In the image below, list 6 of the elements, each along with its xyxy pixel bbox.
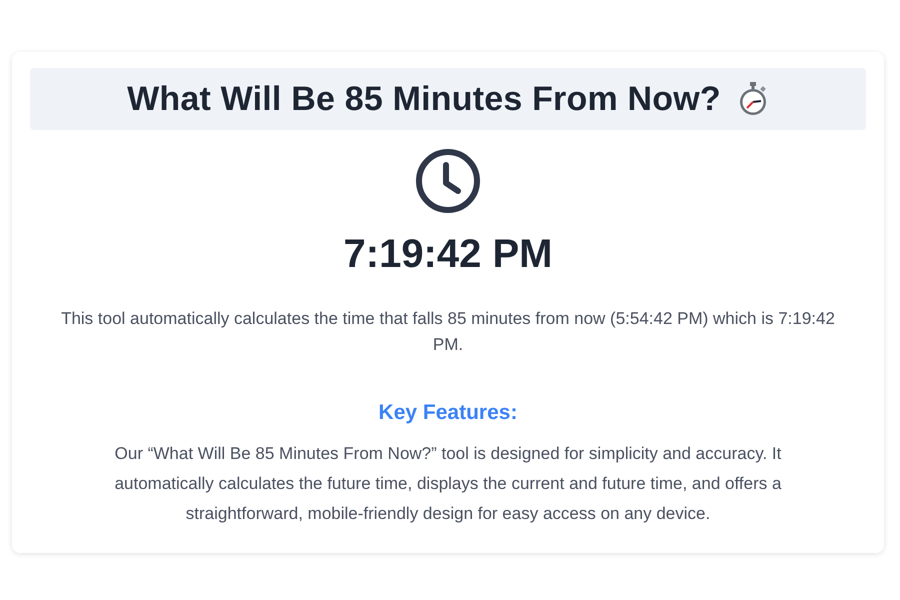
page-title: What Will Be 85 Minutes From Now? [127,78,721,120]
description-text: This tool automatically calculates the time that falls 85 minutes from now (5:54:42 PM) which is 7:19:42 PM. [60,308,836,356]
result-time: 7:19:42 PM [342,234,554,274]
features-text: Our “What Will Be 85 Minutes From Now?” tool is designed for simplicity and accuracy. It automatically calculates the future time, displays the current and future time, and offers a straightforward, mobile-friendly design for easy access on any device. [114,443,782,526]
clock-icon [415,148,481,214]
features-heading: Key Features: [378,400,518,426]
